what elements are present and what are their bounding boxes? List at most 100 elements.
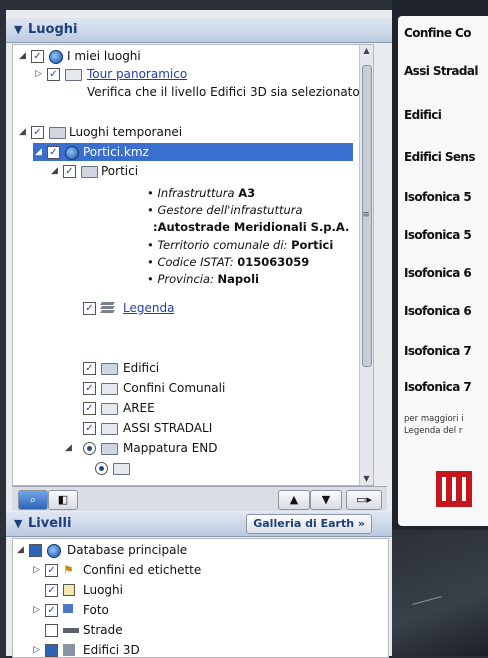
tree-row-portici[interactable]: ◢ ✓ Portici xyxy=(13,162,363,180)
folder-icon xyxy=(101,383,118,395)
expand-right-icon[interactable]: ▷ xyxy=(33,601,43,619)
expand-down-icon[interactable]: ◢ xyxy=(19,123,29,141)
checkbox-checked-icon[interactable]: ✓ xyxy=(83,302,96,315)
expand-down-icon[interactable]: ◢ xyxy=(17,541,27,559)
globe-icon xyxy=(65,146,79,160)
checkbox-checked-icon[interactable]: ✓ xyxy=(31,126,44,139)
places-tree[interactable]: ◢ ✓ I miei luoghi ▷ ✓ Tour panoramico Ve… xyxy=(12,44,374,486)
tree-label: AREE xyxy=(123,401,155,415)
tree-row-partial[interactable] xyxy=(13,459,363,477)
legend-item: Isofonica 5 xyxy=(404,190,472,204)
layer-label: Confini ed etichette xyxy=(83,563,202,577)
checkbox-checked-icon[interactable]: ✓ xyxy=(83,402,96,415)
tree-row-confini-comunali[interactable]: ✓ Confini Comunali xyxy=(13,379,363,397)
folder-icon xyxy=(113,463,130,475)
tree-label: Portici xyxy=(101,164,139,178)
radio-selected-icon[interactable] xyxy=(83,442,96,455)
magnifier-icon[interactable]: ⌕ xyxy=(18,490,48,510)
layer-row-buildings-3d[interactable]: ▷ Edifici 3D xyxy=(13,641,373,657)
checkbox-checked-icon[interactable]: ✓ xyxy=(45,584,58,597)
layer-row-photos[interactable]: ▷ ✓ Foto xyxy=(13,601,373,619)
layer-label: Strade xyxy=(83,623,123,637)
legend-item: Confine Co xyxy=(404,26,471,40)
checkbox-checked-icon[interactable]: ✓ xyxy=(83,362,96,375)
layer-row-roads[interactable]: Strade xyxy=(13,621,373,639)
places-panel-header[interactable]: ▼ Luoghi xyxy=(6,18,392,43)
checkbox-checked-icon[interactable]: ✓ xyxy=(47,68,60,81)
detail-line: • Territorio comunale di: Portici xyxy=(147,238,334,252)
earth-gallery-button[interactable]: Galleria di Earth » xyxy=(246,514,372,534)
expand-down-icon[interactable]: ◢ xyxy=(19,47,29,65)
folder-icon xyxy=(101,403,118,415)
checkbox-checked-icon[interactable]: ✓ xyxy=(31,50,44,63)
photo-icon xyxy=(63,604,73,613)
legenda-link[interactable]: Legenda xyxy=(123,299,174,317)
flag-icon: ⚑ xyxy=(63,563,74,577)
map-imagery[interactable] xyxy=(392,530,488,656)
scroll-up-icon[interactable]: ▲ xyxy=(360,45,373,57)
expand-down-icon[interactable]: ◢ xyxy=(35,143,45,161)
checkbox-checked-icon[interactable]: ✓ xyxy=(45,564,58,577)
folder-open-icon xyxy=(101,363,118,375)
expand-down-icon[interactable]: ◢ xyxy=(51,162,61,180)
legend-item: Edifici Sens xyxy=(404,150,476,164)
layer-row-places[interactable]: ✓ Luoghi xyxy=(13,581,373,599)
checkbox-checked-icon[interactable]: ✓ xyxy=(45,604,58,617)
tree-row-legenda[interactable]: ✓ Legenda xyxy=(13,299,363,317)
tree-label: Confini Comunali xyxy=(123,381,226,395)
legend-item: Isofonica 5 xyxy=(404,228,472,242)
detail-line: :Autostrade Meridionali S.p.A. xyxy=(153,220,350,234)
checkbox-unchecked-icon[interactable] xyxy=(45,624,58,637)
expand-right-icon[interactable]: ▷ xyxy=(33,641,43,657)
logo-icon xyxy=(436,471,472,507)
checkbox-checked-icon[interactable]: ✓ xyxy=(83,422,96,435)
tree-row-assi-stradali[interactable]: ✓ ASSI STRADALI xyxy=(13,419,363,437)
layer-row-database[interactable]: ◢ Database principale xyxy=(13,541,373,559)
tree-row-edifici[interactable]: ✓ Edifici xyxy=(13,359,363,377)
panel-toggle-icon[interactable]: ◧ xyxy=(48,490,78,510)
folder-open-icon xyxy=(101,443,118,455)
tree-label: ASSI STRADALI xyxy=(123,421,213,435)
tree-row-aree[interactable]: ✓ AREE xyxy=(13,399,363,417)
checkbox-partial-icon[interactable] xyxy=(45,644,58,657)
scroll-down-icon[interactable]: ▼ xyxy=(360,473,373,485)
checkbox-checked-icon[interactable]: ✓ xyxy=(47,146,60,159)
places-panel-title: Luoghi xyxy=(28,22,78,37)
expand-down-icon[interactable]: ◢ xyxy=(65,439,75,457)
tree-row-temp-places[interactable]: ◢ ✓ Luoghi temporanei xyxy=(13,123,363,141)
places-icon xyxy=(63,584,75,596)
arrow-down-icon[interactable]: ▼ xyxy=(310,490,342,510)
legend-item: Assi Stradal xyxy=(404,64,478,78)
arrow-up-icon[interactable]: ▲ xyxy=(278,490,310,510)
layer-row-borders[interactable]: ▷ ✓ ⚑ Confini ed etichette xyxy=(13,561,373,579)
folder-icon xyxy=(65,69,82,81)
folder-open-icon xyxy=(81,166,98,178)
checkbox-partial-icon[interactable] xyxy=(29,544,42,557)
tree-row-mappatura-end[interactable]: ◢ Mappatura END xyxy=(13,439,363,457)
folder-open-icon xyxy=(49,127,66,139)
new-folder-icon[interactable]: ▭▸ xyxy=(346,490,382,510)
expand-right-icon[interactable]: ▷ xyxy=(35,65,45,83)
tree-row-my-places[interactable]: ◢ ✓ I miei luoghi xyxy=(13,47,363,65)
checkbox-checked-icon[interactable]: ✓ xyxy=(63,165,76,178)
tree-scrollbar[interactable]: ▲ ≡ ▼ xyxy=(359,45,373,485)
expand-right-icon[interactable]: ▷ xyxy=(33,561,43,579)
layers-panel-header[interactable]: ▼ Livelli Galleria di Earth » xyxy=(6,512,392,537)
road-icon xyxy=(63,628,79,633)
detail-line: • Codice ISTAT: 015063059 xyxy=(147,255,310,269)
tour-link[interactable]: Tour panoramico xyxy=(87,65,187,83)
tree-row-portici-kmz[interactable]: ◢ ✓ Portici.kmz xyxy=(33,143,353,161)
layers-tree[interactable]: ◢ Database principale ▷ ✓ ⚑ Confini ed e… xyxy=(12,538,389,658)
map-view[interactable]: Confine Co Assi Stradal Edifici Edifici … xyxy=(392,0,488,656)
collapse-triangle-icon[interactable]: ▼ xyxy=(14,23,22,36)
radio-icon[interactable] xyxy=(95,462,108,475)
tree-row-tour[interactable]: ▷ ✓ Tour panoramico xyxy=(13,65,363,83)
tree-label: Mappatura END xyxy=(123,441,218,455)
layers-icon xyxy=(100,302,115,314)
tree-label: Luoghi temporanei xyxy=(69,125,183,139)
collapse-triangle-icon[interactable]: ▼ xyxy=(14,517,22,530)
layers-panel-title: Livelli xyxy=(28,516,72,531)
checkbox-checked-icon[interactable]: ✓ xyxy=(83,382,96,395)
tree-label: Portici.kmz xyxy=(83,145,149,159)
legend-overlay: Confine Co Assi Stradal Edifici Edifici … xyxy=(398,16,488,526)
